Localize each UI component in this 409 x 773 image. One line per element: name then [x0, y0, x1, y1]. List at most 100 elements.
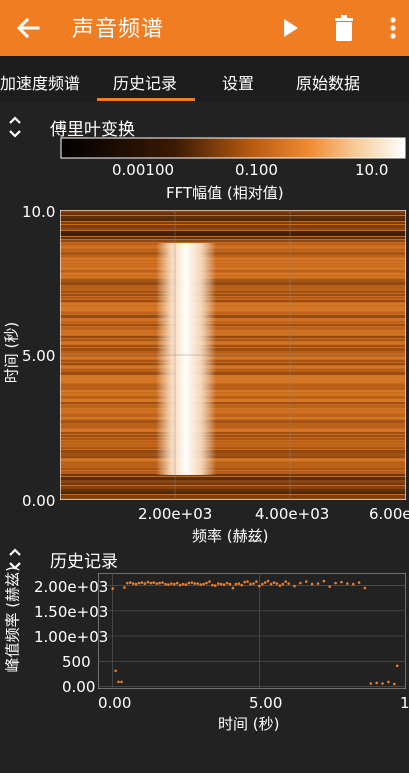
spectrogram-streak [60, 321, 406, 323]
history-data-point [167, 583, 170, 586]
spectrogram-streak [60, 426, 406, 428]
spectrogram-streak [60, 471, 406, 474]
history-data-point [284, 580, 287, 583]
more-options-button[interactable] [378, 8, 408, 48]
history-data-point [351, 582, 355, 586]
history-data-point [126, 581, 129, 585]
history-data-point [261, 582, 264, 586]
spectrogram-streak [60, 225, 406, 228]
history-data-point [140, 581, 144, 584]
spectrogram-streak [60, 477, 406, 480]
spectro-x-tick: 6.00e [369, 505, 409, 523]
history-data-point [187, 581, 191, 585]
history-section-title: 历史记录 [50, 552, 118, 572]
history-data-point [217, 582, 220, 585]
history-data-point [240, 583, 243, 587]
expand-collapse-toggle[interactable] [4, 114, 26, 140]
play-button[interactable] [270, 8, 310, 48]
history-data-point [211, 583, 214, 587]
tab-raw-data[interactable]: 原始数据 [296, 70, 360, 94]
history-data-point [184, 583, 188, 586]
back-button[interactable] [8, 8, 48, 48]
spectrogram-streak [60, 216, 406, 219]
history-y-tick: 2.00e+03 [34, 578, 109, 596]
spectrogram-streak [60, 366, 406, 368]
history-data-point [202, 582, 205, 586]
tab-history[interactable]: 历史记录 [113, 70, 177, 94]
spectrogram-streak [60, 459, 406, 461]
history-data-point [175, 581, 179, 585]
spectrogram-streak [60, 423, 406, 426]
history-data-point [263, 581, 267, 584]
history-x-tick: 0.00 [98, 694, 132, 712]
history-y-label: 峰值频率 (赫兹) [3, 566, 22, 673]
history-data-point [387, 680, 390, 684]
history-data-point [158, 581, 161, 585]
spectrogram-streak [60, 243, 406, 245]
spectrogram-streak [60, 369, 406, 372]
history-data-point [328, 585, 331, 588]
spectrogram-streak [60, 306, 406, 309]
history-data-point [334, 581, 337, 585]
delete-button[interactable] [324, 8, 364, 48]
spectrogram-streak [60, 444, 406, 446]
spectrogram-streak [60, 222, 406, 224]
arrow-back-icon [16, 17, 40, 39]
spectrogram-streak [60, 495, 406, 498]
spectrogram-streak [60, 264, 406, 266]
spectrogram-streak [60, 303, 406, 305]
history-data-point [231, 586, 235, 590]
history-data-point [137, 581, 141, 585]
spectrogram-streak [60, 360, 406, 362]
history-data-point [219, 582, 223, 586]
history-data-point [222, 583, 226, 586]
spectrogram-streak [60, 381, 406, 383]
history-data-point [170, 582, 173, 585]
spectrogram-streak [60, 441, 406, 443]
spectrogram-streak [60, 324, 406, 326]
spectrogram-streak [60, 261, 406, 263]
spectrogram-streak [60, 297, 406, 299]
history-data-point [249, 582, 252, 586]
spectrogram-streak [60, 228, 406, 230]
colorbar-tick: 0.00100 [112, 161, 175, 179]
history-data-point [234, 582, 238, 586]
history-data-point [275, 582, 279, 585]
spectrogram-streak [60, 294, 406, 296]
spectrogram-streak [60, 231, 406, 234]
history-data-point [114, 669, 117, 673]
spectrogram-streak [60, 390, 406, 392]
history-data-point [287, 582, 290, 585]
spectrogram-streak [60, 453, 406, 456]
history-data-point [293, 584, 296, 588]
spectrogram-streak [60, 348, 406, 351]
history-data-point [120, 680, 123, 684]
spectro-y-tick: 10.0 [22, 203, 56, 221]
spectrogram-streak [60, 450, 406, 453]
spectrogram-streak [60, 330, 406, 332]
spectrogram-streak [60, 414, 406, 417]
spectrogram-streak [60, 279, 406, 282]
spectrogram-streak [60, 267, 406, 270]
spectrogram-streak [60, 255, 406, 257]
history-data-point [316, 582, 320, 585]
tab-bar: 加速度频谱 历史记录 设置 原始数据 [0, 56, 409, 102]
tab-acceleration-spectrum[interactable]: 加速度频谱 [0, 70, 80, 94]
spectrogram-streak [60, 429, 406, 432]
history-data-point [237, 582, 241, 585]
history-data-point [129, 581, 132, 584]
history-data-point [117, 680, 120, 684]
history-data-point [149, 581, 153, 585]
spectrogram-streak [60, 447, 406, 449]
spectrogram-streak [60, 468, 406, 470]
spectrogram-streak [60, 327, 406, 330]
tab-settings[interactable]: 设置 [222, 70, 254, 94]
spectrogram-streak [60, 336, 406, 338]
history-data-point [255, 580, 258, 583]
history-data-point [155, 582, 158, 585]
more-vert-icon [390, 17, 396, 39]
spectro-y-tick: 0.00 [22, 492, 56, 510]
spectrogram-streak [60, 432, 406, 434]
spectrogram-streak [60, 333, 406, 335]
history-data-point [134, 582, 138, 586]
